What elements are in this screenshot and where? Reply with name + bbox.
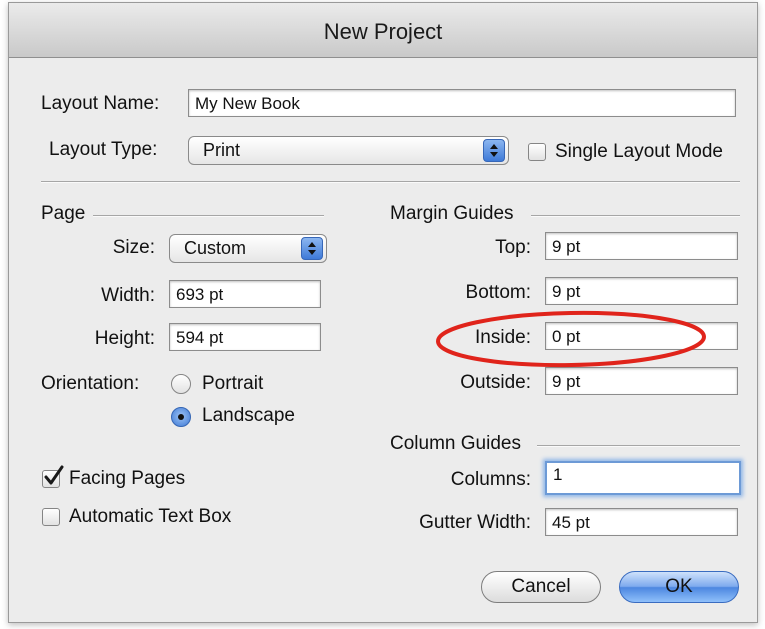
size-value: Custom [184, 238, 247, 258]
bottom-margin-label: Bottom: [465, 282, 531, 303]
layout-type-popup[interactable]: Print [188, 136, 509, 165]
column-guides-rule [537, 445, 740, 447]
top-margin-label: Top: [495, 237, 531, 258]
annotation-ellipse [436, 310, 706, 368]
popup-arrows-icon [483, 139, 505, 162]
facing-pages-label: Facing Pages [69, 468, 186, 489]
top-margin-field[interactable]: 9 pt [545, 232, 738, 260]
bottom-margin-field[interactable]: 9 pt [545, 277, 738, 305]
margin-guides-rule [531, 215, 740, 217]
layout-name-label: Layout Name: [41, 93, 160, 114]
height-label: Height: [94, 328, 155, 349]
size-popup[interactable]: Custom [169, 234, 327, 263]
layout-type-value: Print [203, 140, 241, 160]
outside-margin-label: Outside: [460, 372, 531, 393]
facing-pages-checkbox[interactable] [42, 465, 64, 488]
margin-guides-section-label: Margin Guides [390, 203, 514, 224]
gutter-width-field[interactable]: 45 pt [545, 508, 738, 536]
landscape-radio[interactable] [171, 407, 191, 427]
layout-type-label: Layout Type: [49, 139, 158, 160]
single-layout-mode-label: Single Layout Mode [555, 141, 723, 162]
column-guides-section-label: Column Guides [390, 433, 521, 454]
gutter-width-label: Gutter Width: [419, 512, 531, 533]
columns-label: Columns: [450, 469, 531, 490]
new-project-dialog: New Project Layout Name: My New Book Lay… [8, 2, 758, 623]
portrait-label: Portrait [202, 373, 264, 394]
window-title: New Project [323, 19, 443, 44]
width-field[interactable]: 693 pt [169, 280, 321, 308]
layout-name-field[interactable]: My New Book [188, 89, 736, 117]
title-bar[interactable]: New Project [9, 3, 757, 58]
page-section-rule [93, 215, 324, 217]
outside-margin-field[interactable]: 9 pt [545, 367, 738, 395]
automatic-text-box-checkbox[interactable] [42, 508, 60, 526]
popup-arrows-icon [301, 237, 323, 260]
top-divider [41, 181, 740, 183]
page-section-label: Page [41, 203, 86, 224]
width-label: Width: [101, 285, 155, 306]
radio-selected-dot [178, 414, 184, 420]
height-field[interactable]: 594 pt [169, 323, 321, 351]
portrait-radio[interactable] [171, 374, 191, 394]
single-layout-mode-checkbox[interactable] [528, 143, 546, 161]
landscape-label: Landscape [202, 405, 295, 426]
cancel-button[interactable]: Cancel [481, 571, 601, 603]
columns-field[interactable]: 1 [545, 461, 741, 495]
automatic-text-box-label: Automatic Text Box [69, 506, 232, 527]
ok-button[interactable]: OK [619, 571, 739, 603]
checkmark-icon [44, 465, 64, 485]
orientation-label: Orientation: [41, 373, 140, 394]
size-label: Size: [112, 237, 155, 258]
